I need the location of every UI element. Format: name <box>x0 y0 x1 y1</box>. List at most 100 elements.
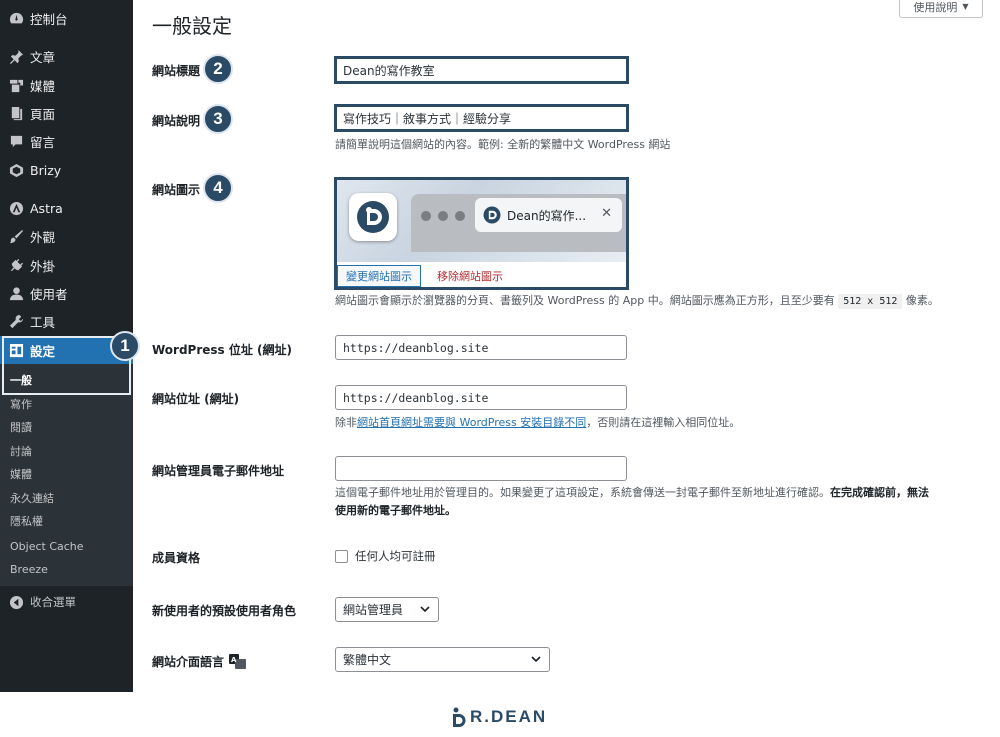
browser-mockup: Dean的寫作... ✕ <box>411 194 626 252</box>
admin-email-desc-bold-2: 使用新的電子郵件地址。 <box>335 504 456 517</box>
admin-email-desc-line1: 這個電子郵件地址用於管理目的。如果變更了這項設定，系統會傳送一封電子郵件至新地址… <box>335 484 975 502</box>
wrench-icon <box>8 313 24 329</box>
chevron-down-icon <box>420 606 430 613</box>
chevron-down-icon <box>531 656 541 663</box>
collapse-menu-button[interactable]: 收合選單 <box>0 588 133 616</box>
caret-down-icon: ▼ <box>962 2 969 11</box>
membership-label: 成員資格 <box>152 551 201 565</box>
browser-tab-preview: Dean的寫作... ✕ <box>475 198 622 232</box>
menu-item-dashboard[interactable]: 控制台 <box>0 4 133 32</box>
site-icon-description: 網站圖示會顯示於瀏覽器的分頁、書籤列及 WordPress 的 App 中。網站… <box>335 292 939 311</box>
site-title-input[interactable]: Dean的寫作教室 <box>334 56 629 84</box>
default-role-label: 新使用者的預設使用者角色 <box>152 604 297 618</box>
admin-email-desc-bold: 在完成確認前，無法 <box>830 486 929 499</box>
svg-text:A: A <box>231 656 237 664</box>
tagline-label: 網站說明 <box>152 114 201 128</box>
admin-email-input[interactable] <box>335 456 627 481</box>
admin-email-label: 網站管理員電子郵件地址 <box>152 464 285 478</box>
footer-logo: R.DEAN <box>452 707 547 727</box>
tagline-value: 寫作技巧｜敘事方式｜經驗分享 <box>343 111 512 126</box>
menu-label: 頁面 <box>30 106 56 122</box>
window-dot <box>455 211 465 221</box>
menu-item-media[interactable]: 媒體 <box>0 71 133 99</box>
window-dot <box>438 211 448 221</box>
admin-email-desc-line2: 使用新的電子郵件地址。 <box>335 502 975 520</box>
pin-icon <box>8 48 24 64</box>
site-address-help-link[interactable]: 網站首頁網址需要與 WordPress 安裝目錄不同 <box>357 416 586 429</box>
menu-item-posts[interactable]: 文章 <box>0 42 133 70</box>
submenu-item-permalinks[interactable]: 永久連結 <box>10 488 54 510</box>
anyone-can-register-label[interactable]: 任何人均可註冊 <box>355 547 436 565</box>
menu-label: 外觀 <box>30 229 56 245</box>
site-language-label: 網站介面語言 <box>152 655 225 669</box>
site-address-description: 除非網站首頁網址需要與 WordPress 安裝目錄不同，否則請在這裡輸入相同位… <box>335 414 740 432</box>
admin-email-desc-normal: 這個電子郵件地址用於管理目的。如果變更了這項設定，系統會傳送一封電子郵件至新地址… <box>335 486 830 499</box>
change-site-icon-button[interactable]: 變更網站圖示 <box>337 265 421 287</box>
step-badge-3: 3 <box>203 104 233 134</box>
tab-title: Dean的寫作... <box>507 208 587 223</box>
site-address-desc-suffix: ，否則請在這裡輸入相同位址。 <box>586 416 741 429</box>
anyone-can-register-checkbox[interactable] <box>335 550 348 563</box>
default-role-value: 網站管理員 <box>343 603 404 617</box>
submenu-item-reading[interactable]: 閱讀 <box>10 417 32 439</box>
dean-logo-mark-icon <box>453 707 466 727</box>
site-icon-size-code: 512 x 512 <box>838 294 903 309</box>
brush-icon <box>8 228 24 244</box>
step-badge-4: 4 <box>203 173 233 203</box>
menu-label: Brizy <box>30 162 62 178</box>
menu-item-brizy[interactable]: Brizy <box>0 156 133 184</box>
collapse-label: 收合選單 <box>30 595 76 609</box>
remove-site-icon-link[interactable]: 移除網站圖示 <box>437 265 503 287</box>
submenu-item-object-cache[interactable]: Object Cache <box>10 536 84 558</box>
menu-item-plugins[interactable]: 外掛 <box>0 251 133 279</box>
menu-label: 留言 <box>30 134 56 150</box>
menu-label: 工具 <box>30 314 56 330</box>
brizy-icon <box>8 162 24 178</box>
menu-label: 文章 <box>30 49 56 65</box>
tagline-input[interactable]: 寫作技巧｜敘事方式｜經驗分享 <box>334 104 629 132</box>
site-title-value: Dean的寫作教室 <box>343 63 435 78</box>
submenu-item-writing[interactable]: 寫作 <box>10 394 32 416</box>
menu-item-appearance[interactable]: 外觀 <box>0 222 133 250</box>
submenu-item-media[interactable]: 媒體 <box>10 464 32 486</box>
wordpress-address-label: WordPress 位址 (網址) <box>152 343 293 357</box>
site-language-label-row: 網站介面語言 A <box>152 653 247 670</box>
site-language-select[interactable]: 繁體中文 <box>335 647 550 672</box>
menu-item-tools[interactable]: 工具 <box>0 307 133 335</box>
submenu-item-breeze[interactable]: Breeze <box>10 559 48 581</box>
menu-item-comments[interactable]: 留言 <box>0 127 133 155</box>
default-role-select[interactable]: 網站管理員 <box>335 597 439 622</box>
help-label: 使用說明 <box>913 0 958 14</box>
astra-icon <box>8 200 24 216</box>
site-address-input[interactable]: https://deanblog.site <box>335 385 627 410</box>
collapse-arrow-icon <box>8 594 24 610</box>
menu-label: 控制台 <box>30 11 68 27</box>
favicon-icon <box>483 206 501 224</box>
submenu-item-discussion[interactable]: 討論 <box>10 441 32 463</box>
site-icon-desc-suffix: 像素。 <box>905 294 939 307</box>
footer-logo-text: R.DEAN <box>470 707 548 726</box>
menu-item-astra[interactable]: Astra <box>0 194 133 222</box>
plugin-icon <box>8 257 24 273</box>
submenu-item-privacy[interactable]: 隱私權 <box>10 511 43 533</box>
site-icon-label: 網站圖示 <box>152 183 201 197</box>
user-icon <box>8 285 24 301</box>
admin-email-description: 這個電子郵件地址用於管理目的。如果變更了這項設定，系統會傳送一封電子郵件至新地址… <box>335 484 975 520</box>
dashboard-icon <box>8 10 24 26</box>
menu-item-users[interactable]: 使用者 <box>0 279 133 307</box>
menu-label: 媒體 <box>30 78 56 94</box>
dean-logo-icon <box>357 201 389 233</box>
close-icon: ✕ <box>601 206 612 221</box>
menu-item-pages[interactable]: 頁面 <box>0 99 133 127</box>
translation-icon: A <box>229 654 247 669</box>
help-button[interactable]: 使用說明 ▼ <box>899 0 983 18</box>
window-dot <box>421 211 431 221</box>
wordpress-address-input[interactable]: https://deanblog.site <box>335 335 627 360</box>
site-address-value: https://deanblog.site <box>343 390 489 405</box>
site-icon-box: Dean的寫作... ✕ 變更網站圖示 移除網站圖示 <box>334 177 629 290</box>
site-icon-desc-text: 網站圖示會顯示於瀏覽器的分頁、書籤列及 WordPress 的 App 中。網站… <box>335 294 835 307</box>
site-title-label: 網站標題 <box>152 64 201 78</box>
step-badge-1: 1 <box>110 331 140 361</box>
media-icon <box>8 77 24 93</box>
site-language-value: 繁體中文 <box>343 653 392 667</box>
